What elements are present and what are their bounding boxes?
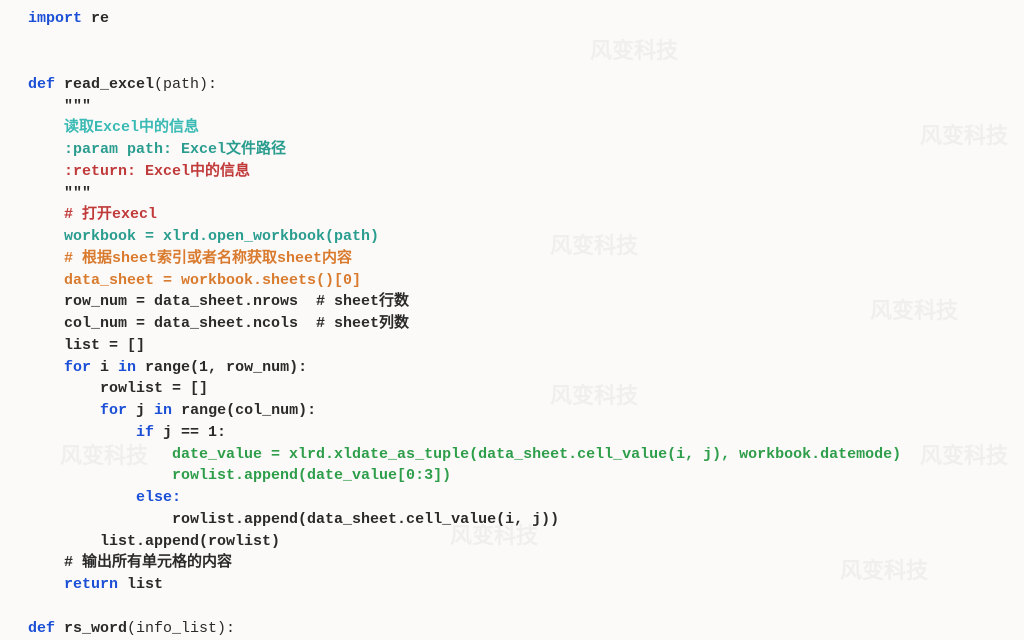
code-line: for j in range(col_num):	[28, 400, 1024, 422]
code-line: col_num = data_sheet.ncols # sheet列数	[28, 313, 1024, 335]
code-line: data_sheet = workbook.sheets()[0]	[28, 270, 1024, 292]
code-line: rowlist.append(date_value[0:3])	[28, 465, 1024, 487]
keyword-if: if	[28, 424, 154, 441]
blank-line	[28, 52, 1024, 74]
docstring-line: :return: Excel中的信息	[28, 161, 1024, 183]
keyword-else: else:	[28, 489, 181, 506]
keyword-for: for	[28, 402, 127, 419]
code-line: rowlist = []	[28, 378, 1024, 400]
keyword-def: def	[28, 76, 55, 93]
code-line: if j == 1:	[28, 422, 1024, 444]
keyword-for: for	[28, 359, 91, 376]
code-line: list = []	[28, 335, 1024, 357]
code-line: return list	[28, 574, 1024, 596]
comment-line: # 输出所有单元格的内容	[28, 552, 1024, 574]
code-line: row_num = data_sheet.nrows # sheet行数	[28, 291, 1024, 313]
code-line: list.append(rowlist)	[28, 531, 1024, 553]
keyword-in: in	[118, 359, 136, 376]
comment-line: # 根据sheet索引或者名称获取sheet内容	[28, 248, 1024, 270]
keyword-import: import	[28, 10, 82, 27]
function-name: rs_word	[55, 620, 127, 637]
keyword-return: return	[28, 576, 118, 593]
docstring-line: :param path: Excel文件路径	[28, 139, 1024, 161]
code-line: """	[28, 96, 1024, 118]
docstring-line: 读取Excel中的信息	[28, 117, 1024, 139]
code-line: workbook = xlrd.open_workbook(path)	[28, 226, 1024, 248]
code-line: import re	[28, 8, 1024, 30]
keyword-def: def	[28, 620, 55, 637]
blank-line	[28, 596, 1024, 618]
code-line: else:	[28, 487, 1024, 509]
blank-line	[28, 30, 1024, 52]
comment-line: # 打开execl	[28, 204, 1024, 226]
code-line: for i in range(1, row_num):	[28, 357, 1024, 379]
keyword-in: in	[154, 402, 172, 419]
function-name: read_excel	[55, 76, 154, 93]
code-line: def read_excel(path):	[28, 74, 1024, 96]
code-block: import re def read_excel(path): """ 读取Ex…	[28, 8, 1024, 640]
code-line: """	[28, 183, 1024, 205]
code-line: date_value = xlrd.xldate_as_tuple(data_s…	[28, 444, 1024, 466]
code-line: def rs_word(info_list):	[28, 618, 1024, 640]
code-line: rowlist.append(data_sheet.cell_value(i, …	[28, 509, 1024, 531]
